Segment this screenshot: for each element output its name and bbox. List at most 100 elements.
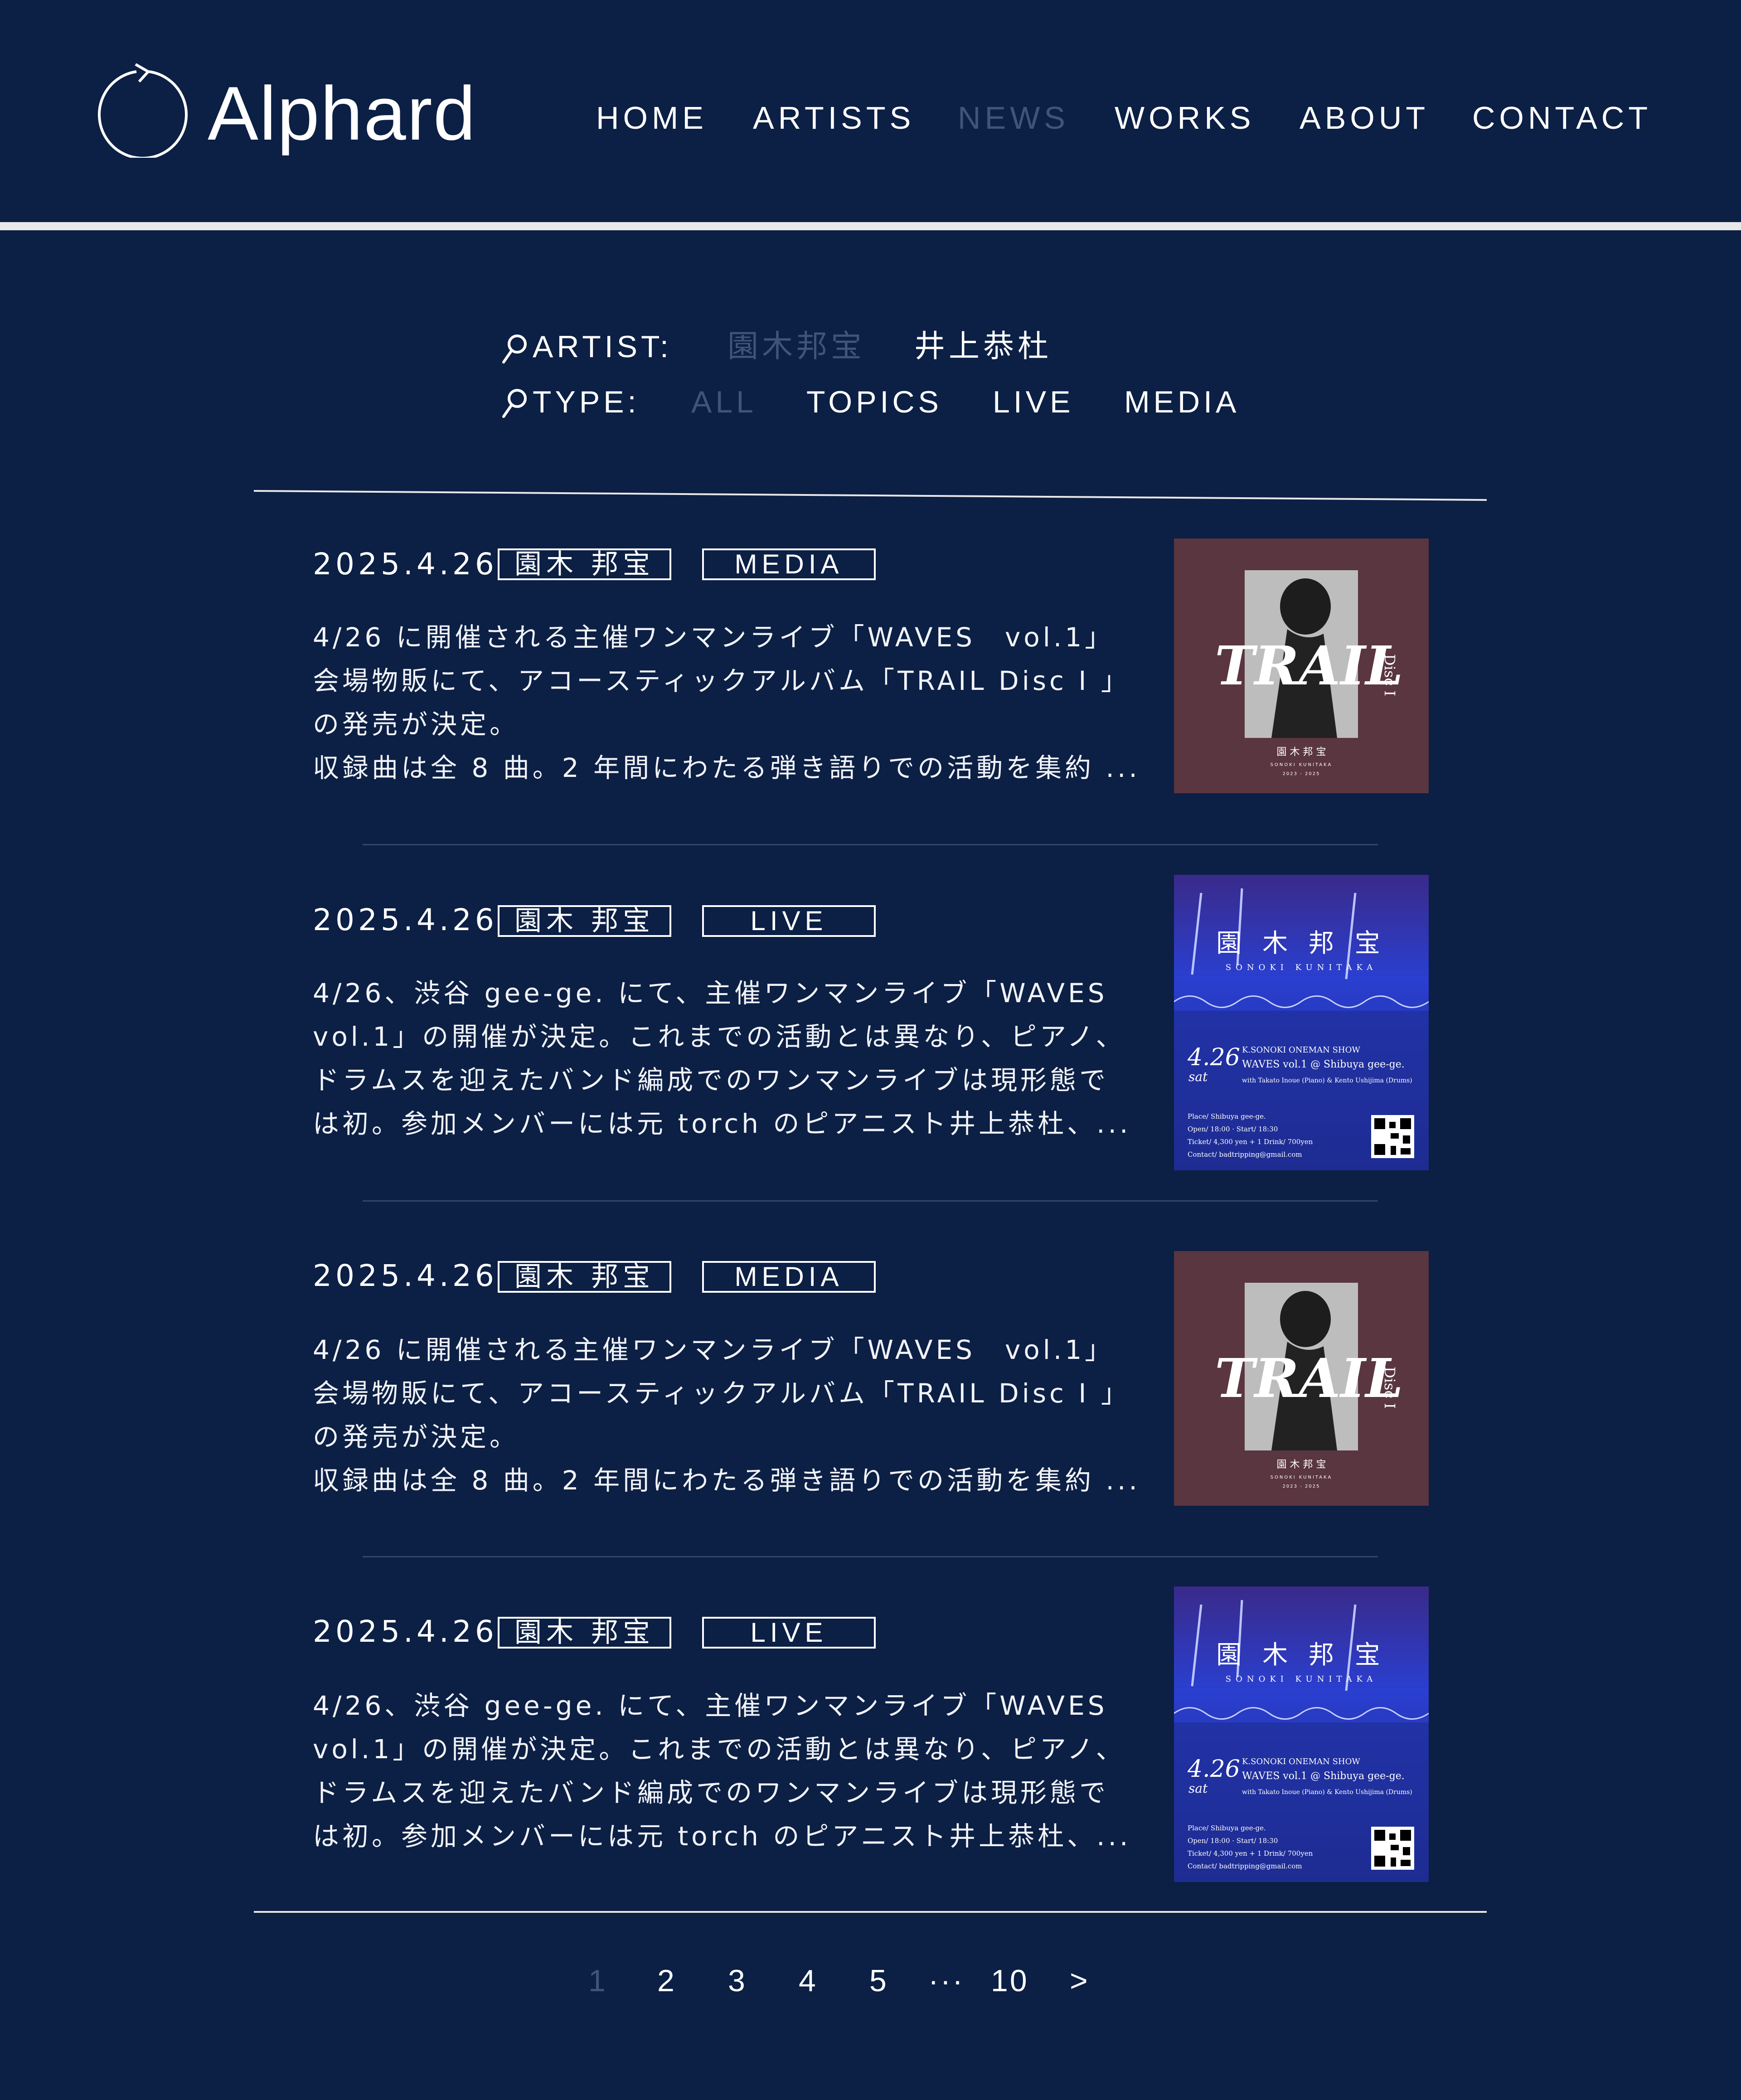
type-filter-label: TYPE: [533, 385, 640, 419]
type-tag[interactable]: MEDIA [702, 548, 876, 580]
type-tag[interactable]: MEDIA [702, 1261, 876, 1293]
list-top-divider [254, 490, 1487, 501]
page-3[interactable]: 3 [728, 1960, 747, 2001]
album-years: 2023 - 2025 [1283, 1484, 1320, 1489]
flyer-contact: Contact/ badtripping@gmail.com [1188, 1150, 1302, 1159]
news-date: 2025.4.26 [313, 902, 498, 937]
news-excerpt-line: の発売が決定。 [313, 709, 519, 740]
page-5: 5 [869, 1964, 888, 1998]
flyer-day: sat [1188, 1781, 1208, 1796]
news-excerpt-line: vol.1」の開催が決定。これまでの活動とは異なり、ピアノ、 [313, 1021, 1125, 1052]
flyer-show-name: K.SONOKI ONEMAN SHOW [1242, 1045, 1360, 1055]
nav-news[interactable]: NEWS [958, 97, 1069, 138]
flyer-artist-name: 園 木 邦 宝 [1216, 1640, 1386, 1670]
news-item-divider [363, 1556, 1378, 1557]
news-excerpt[interactable]: 4/26 に開催される主催ワンマンライブ「WAVES vol.1」 会場物販にて… [313, 616, 1138, 790]
flyer-artist-name: 園 木 邦 宝 [1216, 929, 1386, 958]
live-flyer-thumbnail[interactable]: 園 木 邦 宝 SONOKI KUNITAKA 4.26 sat K.SONOK… [1174, 1586, 1429, 1882]
page-10[interactable]: 10 [991, 1960, 1029, 2001]
news-excerpt-line: 4/26、渋谷 gee-ge. にて、主催ワンマンライブ「WAVES [313, 978, 1108, 1009]
news-excerpt-line: 会場物販にて、アコースティックアルバム「TRAIL Disc I 」 [313, 1378, 1130, 1409]
list-bottom-divider [254, 1911, 1487, 1913]
live-flyer-thumbnail[interactable]: 園 木 邦 宝 SONOKI KUNITAKA 4.26 sat K.SONOK… [1174, 875, 1429, 1170]
artist-filter-label: ARTIST: [533, 330, 672, 364]
type-filter-all[interactable]: ALL [691, 382, 757, 422]
type-tag[interactable]: LIVE [702, 1617, 876, 1649]
flyer-open: Open/ 18:00 · Start/ 18:30 [1188, 1837, 1278, 1845]
news-excerpt-line: 収録曲は全 8 曲。2 年間にわたる弾き語りでの活動を集約 ... [313, 1465, 1138, 1496]
artist-tag[interactable]: 園木 邦宝 [498, 905, 671, 937]
news-date: 2025.4.26 [313, 547, 498, 582]
album-years: 2023 - 2025 [1283, 771, 1320, 776]
nav-contact[interactable]: CONTACT [1472, 97, 1652, 138]
qr-code-icon [1371, 1115, 1414, 1158]
news-excerpt-line: は初。参加メンバーには元 torch のピアニスト井上恭杜、... [313, 1108, 1131, 1139]
logo-text[interactable]: Alphard [208, 68, 476, 159]
news-excerpt-line: の発売が決定。 [313, 1421, 519, 1452]
news-excerpt-line: ドラムスを迎えたバンド編成でのワンマンライブは現形態で [313, 1065, 1109, 1096]
next-page-button[interactable]: > [1070, 1960, 1090, 2001]
album-disc-label: Disc I [1381, 654, 1398, 696]
page-4[interactable]: 4 [799, 1960, 818, 2001]
news-excerpt-line: 会場物販にて、アコースティックアルバム「TRAIL Disc I 」 [313, 665, 1130, 696]
flyer-show-name: K.SONOKI ONEMAN SHOW [1242, 1757, 1360, 1766]
album-artist-romaji: SONOKI KUNITAKA [1271, 762, 1333, 767]
nav-artists[interactable]: ARTISTS [753, 97, 915, 138]
flyer-title: WAVES vol.1 @ Shibuya gee-ge. [1242, 1770, 1405, 1782]
news-excerpt-line: vol.1」の開催が決定。これまでの活動とは異なり、ピアノ、 [313, 1734, 1125, 1765]
news-date: 2025.4.26 [313, 1614, 498, 1649]
news-excerpt-line: 4/26 に開催される主催ワンマンライブ「WAVES vol.1」 [313, 622, 1115, 653]
album-cover-thumbnail[interactable]: TRAIL Disc I 園 木 邦 宝 SONOKI KUNITAKA 202… [1174, 1251, 1429, 1506]
flyer-ticket: Ticket/ 4,300 yen + 1 Drink/ 700yen [1188, 1849, 1313, 1858]
album-artist: 園 木 邦 宝 [1277, 747, 1326, 758]
flyer-ticket: Ticket/ 4,300 yen + 1 Drink/ 700yen [1188, 1138, 1313, 1146]
news-item-divider [363, 1200, 1378, 1202]
page-2[interactable]: 2 [657, 1960, 676, 2001]
nav-home[interactable]: HOME [596, 97, 708, 138]
flyer-day: sat [1188, 1069, 1208, 1084]
page-1[interactable]: 1 [588, 1960, 607, 2001]
flyer-members: with Takato Inoue (Piano) & Kento Ushiji… [1242, 1077, 1412, 1084]
flyer-members: with Takato Inoue (Piano) & Kento Ushiji… [1242, 1789, 1412, 1796]
news-item-divider [363, 844, 1378, 845]
search-icon [502, 335, 527, 364]
album-title: TRAIL [1215, 1347, 1403, 1410]
album-title: TRAIL [1215, 634, 1403, 697]
news-excerpt-line: 4/26 に開催される主催ワンマンライブ「WAVES vol.1」 [313, 1334, 1115, 1365]
type-filter-media[interactable]: MEDIA [1124, 382, 1240, 422]
album-disc-label: Disc I [1381, 1367, 1398, 1409]
search-icon [502, 389, 527, 418]
type-tag[interactable]: LIVE [702, 905, 876, 937]
nav-works[interactable]: WORKS [1115, 97, 1255, 138]
flyer-artist-romaji: SONOKI KUNITAKA [1226, 1674, 1377, 1684]
nav-about[interactable]: ABOUT [1300, 97, 1429, 138]
news-excerpt-line: ドラムスを迎えたバンド編成でのワンマンライブは現形態で [313, 1777, 1109, 1808]
artist-tag[interactable]: 園木 邦宝 [498, 1261, 671, 1293]
artist-tag[interactable]: 園木 邦宝 [498, 1617, 671, 1649]
page-ellipsis: ··· [928, 1964, 965, 1998]
logo-mark-icon[interactable] [97, 58, 188, 158]
flyer-title: WAVES vol.1 @ Shibuya gee-ge. [1242, 1059, 1405, 1070]
news-excerpt-line: 4/26、渋谷 gee-ge. にて、主催ワンマンライブ「WAVES [313, 1690, 1108, 1721]
flyer-place: Place/ Shibuya gee-ge. [1188, 1112, 1266, 1120]
news-excerpt[interactable]: 4/26 に開催される主催ワンマンライブ「WAVES vol.1」 会場物販にて… [313, 1328, 1138, 1502]
album-cover-thumbnail[interactable]: TRAIL Disc I 園 木 邦 宝 SONOKI KUNITAKA 202… [1174, 538, 1429, 793]
type-filter-topics[interactable]: TOPICS [806, 382, 942, 422]
artist-filter-inoue[interactable]: 井上恭杜 [914, 326, 1052, 367]
news-date: 2025.4.26 [313, 1258, 498, 1293]
artist-tag[interactable]: 園木 邦宝 [498, 548, 671, 580]
news-excerpt[interactable]: 4/26、渋谷 gee-ge. にて、主催ワンマンライブ「WAVES vol.1… [313, 1684, 1138, 1858]
flyer-place: Place/ Shibuya gee-ge. [1188, 1824, 1266, 1832]
header-divider [0, 222, 1741, 230]
news-excerpt-line: は初。参加メンバーには元 torch のピアニスト井上恭杜、... [313, 1821, 1131, 1852]
album-artist: 園 木 邦 宝 [1277, 1459, 1326, 1470]
news-excerpt[interactable]: 4/26、渋谷 gee-ge. にて、主催ワンマンライブ「WAVES vol.1… [313, 971, 1138, 1145]
artist-filter-sonoki[interactable]: 園木邦宝 [727, 326, 865, 367]
flyer-open: Open/ 18:00 · Start/ 18:30 [1188, 1125, 1278, 1133]
flyer-artist-romaji: SONOKI KUNITAKA [1226, 963, 1377, 972]
type-filter-live[interactable]: LIVE [993, 382, 1074, 422]
flyer-date: 4.26 [1187, 1756, 1240, 1783]
flyer-contact: Contact/ badtripping@gmail.com [1188, 1862, 1302, 1870]
album-artist-romaji: SONOKI KUNITAKA [1271, 1475, 1333, 1480]
news-excerpt-line: 収録曲は全 8 曲。2 年間にわたる弾き語りでの活動を集約 ... [313, 752, 1138, 783]
